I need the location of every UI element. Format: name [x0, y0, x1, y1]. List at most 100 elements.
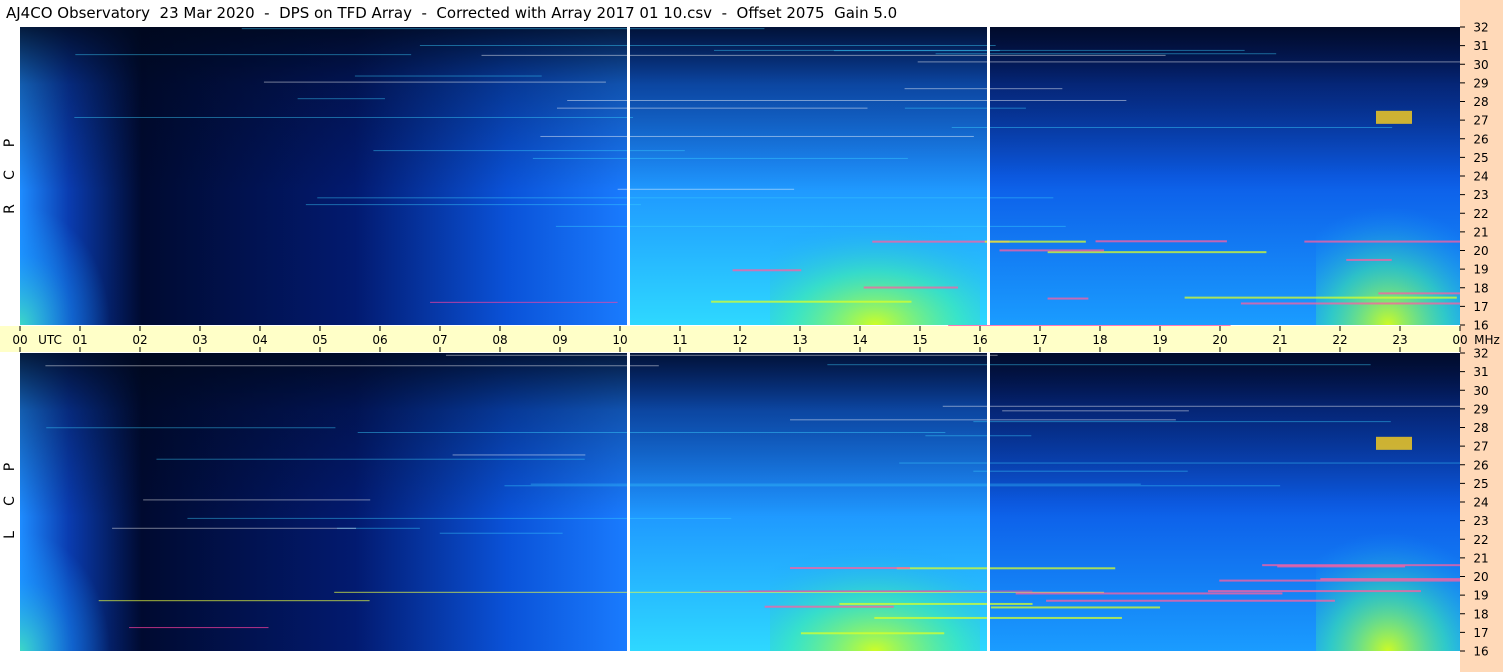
rcp-mhz-tick-label: 31: [1473, 39, 1488, 53]
lcp-interference-line: [925, 435, 1032, 437]
utc-tick-label: 18: [1092, 333, 1107, 347]
rcp-mhz-tick-label: 22: [1473, 207, 1488, 221]
rcp-interference-line: [948, 324, 1231, 326]
rcp-low-band-signal: [1240, 302, 1460, 305]
lcp-mhz-tick-label: 30: [1473, 384, 1488, 398]
rcp-interference-line: [305, 204, 641, 206]
lcp-low-band-signal: [874, 616, 1122, 619]
rcp-mhz-tick-label: 27: [1473, 114, 1488, 128]
lcp-mhz-tick-label: 32: [1473, 347, 1488, 361]
utc-tick-label: 02: [132, 333, 147, 347]
lcp-interference-line: [1002, 410, 1189, 412]
lcp-interference-line: [530, 483, 1141, 485]
spectrogram-chart: 32 31 30 29 28 27 26 25 24 23 22 21 20 19 18 17 16 32 31 30…: [0, 0, 1503, 672]
lcp-mhz-tick-label: 17: [1473, 626, 1488, 640]
lcp-mhz-tick-label: 21: [1473, 551, 1488, 565]
utc-tick-label: 05: [312, 333, 327, 347]
lcp-interference-burst: [1376, 436, 1412, 450]
utc-tick-label: 15: [912, 333, 927, 347]
lcp-low-band-signal: [990, 606, 1161, 609]
utc-tick-label: 00: [12, 333, 27, 347]
lcp-mhz-tick-label: 27: [1473, 440, 1488, 454]
rcp-time-divider-2: [987, 27, 990, 325]
lcp-interference-line: [143, 499, 371, 501]
rcp-interference-line: [904, 88, 1063, 90]
lcp-late-glow: [1316, 502, 1460, 651]
lcp-mhz-tick-label: 20: [1473, 570, 1488, 584]
rcp-interference-line: [714, 49, 1245, 51]
rcp-low-band-signal: [1346, 258, 1392, 261]
rcp-mhz-tick-label: 24: [1473, 170, 1488, 184]
rcp-interference-line: [297, 98, 385, 100]
lcp-mhz-tick-label: 25: [1473, 477, 1488, 491]
rcp-mhz-tick-label: 23: [1473, 188, 1488, 202]
lcp-interference-line: [439, 532, 563, 534]
utc-tick-label: 08: [492, 333, 507, 347]
rcp-interference-line: [241, 28, 765, 30]
utc-tick-label: 13: [792, 333, 807, 347]
rcp-early-glow: [20, 205, 110, 325]
utc-tick-label: 04: [252, 333, 267, 347]
lcp-mhz-tick-label: 19: [1473, 589, 1488, 603]
rcp-mhz-tick-label: 29: [1473, 76, 1488, 90]
lcp-interference-line: [112, 527, 357, 529]
lcp-low-band-signal: [839, 602, 1033, 605]
lcp-low-band-signal: [764, 605, 894, 608]
utc-tick-label: 23: [1392, 333, 1407, 347]
lcp-interference-line: [45, 365, 659, 367]
rcp-low-band-signal: [999, 249, 1105, 252]
rcp-interference-line: [354, 75, 542, 77]
rcp-low-band-signal: [1047, 251, 1267, 254]
rcp-interference-line: [532, 157, 908, 159]
utc-tick-label: 06: [372, 333, 387, 347]
lcp-interference-line: [98, 600, 370, 602]
lcp-low-band-signal: [789, 567, 910, 570]
lcp-low-band-signal: [800, 632, 945, 635]
lcp-interference-line: [700, 590, 951, 592]
rcp-interference-line: [317, 197, 1054, 199]
rcp-time-divider-1: [627, 27, 630, 325]
lcp-low-band-signal: [896, 567, 1116, 570]
utc-tick-label: 11: [672, 333, 687, 347]
lcp-mhz-tick-label: 29: [1473, 402, 1488, 416]
utc-tick-label: 09: [552, 333, 567, 347]
rcp-mhz-tick-label: 30: [1473, 58, 1488, 72]
lcp-mhz-tick-label: 16: [1473, 645, 1488, 659]
rcp-low-band-signal: [863, 286, 959, 289]
rcp-mhz-tick-label: 16: [1473, 319, 1488, 333]
rcp-interference-line: [419, 45, 996, 47]
lcp-interference-line: [357, 432, 946, 434]
rcp-midday-glow: [770, 190, 980, 325]
lcp-interference-line: [973, 470, 1188, 472]
rcp-interference-line: [74, 116, 634, 118]
lcp-mhz-tick-label: 31: [1473, 365, 1488, 379]
lcp-interference-line: [452, 454, 586, 456]
rcp-low-band-signal: [1095, 240, 1227, 243]
utc-tick-label: 12: [732, 333, 747, 347]
rcp-mhz-tick-label: 17: [1473, 300, 1488, 314]
utc-tick-label: 22: [1332, 333, 1347, 347]
rcp-interference-line: [935, 53, 1277, 55]
lcp-interference-line: [504, 485, 1281, 487]
rcp-mhz-tick-label: 32: [1473, 21, 1488, 35]
rcp-mhz-tick-label: 21: [1473, 225, 1488, 239]
lcp-high-frequency-fade: [20, 353, 1460, 517]
utc-unit-label: UTC: [38, 333, 62, 347]
utc-tick-label: 20: [1212, 333, 1227, 347]
lcp-early-glow: [20, 531, 110, 651]
utc-tick-label: 16: [972, 333, 987, 347]
rcp-low-band-signal: [984, 240, 1086, 243]
lcp-low-band-signal: [1208, 590, 1421, 593]
utc-tick-label: 00: [1452, 333, 1467, 347]
lcp-interference-line: [899, 462, 1460, 464]
lcp-mhz-tick-label: 24: [1473, 496, 1488, 510]
lcp-interference-line: [46, 427, 336, 429]
lcp-low-band-signal: [1046, 599, 1335, 602]
utc-tick-label: 19: [1152, 333, 1167, 347]
rcp-low-band-signal: [1378, 292, 1460, 295]
rcp-interference-line: [617, 188, 795, 190]
lcp-interference-line: [156, 458, 585, 460]
rcp-mhz-tick-label: 19: [1473, 263, 1488, 277]
lcp-mhz-tick-label: 23: [1473, 514, 1488, 528]
rcp-mhz-tick-label: 26: [1473, 132, 1488, 146]
